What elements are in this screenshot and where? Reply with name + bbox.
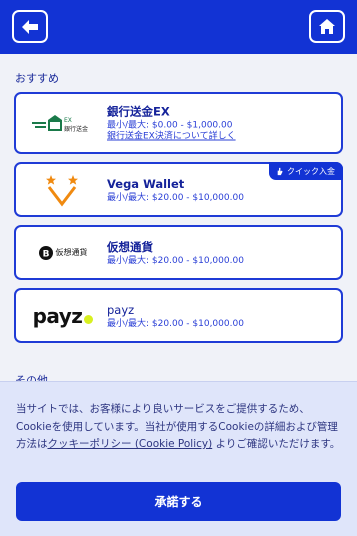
payment-method-crypto[interactable]: B 仮想通貨 仮想通貨 最小/最大: $20.00 - $10,000.00 [14,225,343,280]
payz-logo: payz [28,298,98,334]
method-name: 仮想通貨 [107,239,153,254]
cookie-message: 当サイトでは、お客様により良いサービスをご提供するため、Cookieを使用してい… [16,401,344,454]
home-icon [319,19,335,34]
svg-text:B: B [42,249,49,259]
home-button[interactable] [309,10,345,43]
arrow-left-icon [22,19,38,34]
crypto-logo-text: 仮想通貨 [55,248,88,257]
cookie-banner: 当サイトでは、お客様により良いサービスをご提供するため、Cookieを使用してい… [0,381,357,536]
payz-dot-icon [84,315,94,324]
hand-icon [277,167,283,175]
badge-label: クイック入金 [287,166,335,176]
vega-wallet-logo [28,172,98,208]
cookie-policy-link[interactable]: クッキーポリシー (Cookie Policy) [48,438,213,450]
section-label-recommended: おすすめ [15,72,59,85]
payment-method-vega-wallet[interactable]: クイック入金 Vega Wallet 最小/最大: $20.00 - $10,0… [14,162,343,217]
bitcoin-icon: B [38,245,53,260]
method-limits: 最小/最大: $0.00 - $1,000.00 [107,120,233,131]
top-header [0,0,357,54]
bank-transfer-logo-text: 銀行送金 [64,126,89,133]
accept-cookies-button[interactable]: 承諾する [16,482,341,521]
method-limits: 最小/最大: $20.00 - $10,000.00 [107,255,244,266]
method-limits: 最小/最大: $20.00 - $10,000.00 [107,192,244,203]
payment-method-bank-transfer-ex[interactable]: EX 銀行送金 銀行送金EX 最小/最大: $0.00 - $1,000.00 … [14,92,343,154]
quick-deposit-badge: クイック入金 [269,162,343,180]
bank-transfer-logo: EX 銀行送金 [28,105,98,141]
method-limits: 最小/最大: $20.00 - $10,000.00 [107,318,244,329]
payment-method-payz[interactable]: payz payz 最小/最大: $20.00 - $10,000.00 [14,288,343,343]
method-details-link[interactable]: 銀行送金EX決済について詳しく [107,132,236,143]
method-name: 銀行送金EX [107,104,170,119]
method-name: payz [107,302,135,317]
svg-text:EX: EX [64,117,72,124]
crypto-logo: B 仮想通貨 [28,235,98,271]
payz-logo-text: payz [32,303,83,328]
back-button[interactable] [12,10,48,43]
method-name: Vega Wallet [107,176,185,191]
cookie-text-after: よりご確認いただけます。 [212,438,341,450]
